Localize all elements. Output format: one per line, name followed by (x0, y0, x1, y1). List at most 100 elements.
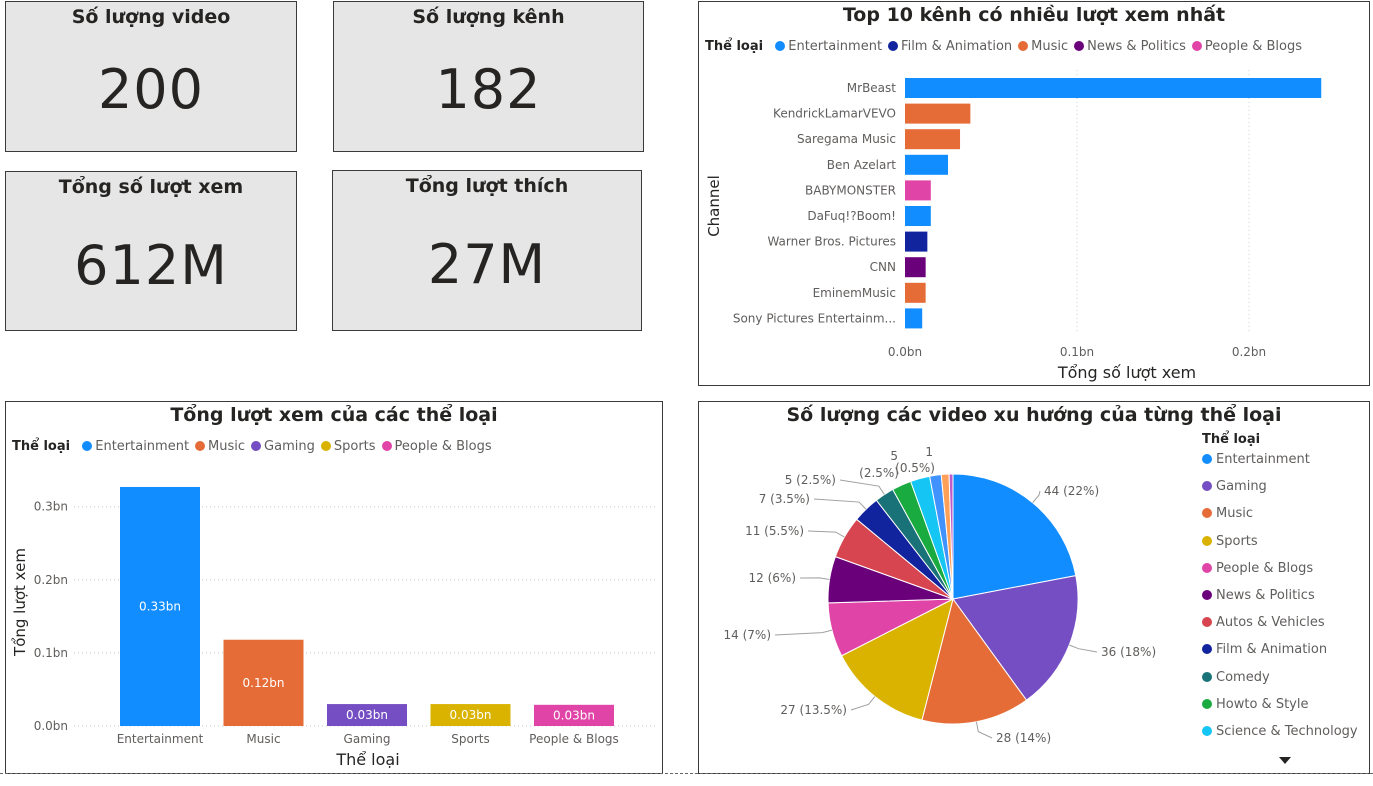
x-tick-label: 0.1bn (1060, 345, 1094, 359)
y-tick-label: DaFuq!?Boom! (807, 209, 896, 223)
data-label: 44 (22%) (1044, 484, 1099, 498)
leader-line (839, 479, 885, 495)
x-tick-label: Gaming (344, 732, 391, 746)
legend-item-music[interactable]: Music (1018, 39, 1068, 54)
legend-item-science-technology[interactable]: Science & Technology (1202, 723, 1358, 752)
card-title: Số lượng video (71, 6, 231, 28)
data-label: 5 (890, 449, 898, 463)
legend-item-people-blogs[interactable]: People & Blogs (381, 439, 492, 454)
legend-title: Thể loại (12, 439, 71, 454)
legend-item-film-animation[interactable]: Film & Animation (888, 39, 1012, 54)
legend-label: Entertainment (1216, 452, 1310, 467)
bar-ben-azelart (905, 154, 948, 175)
x-tick-label: Music (246, 732, 280, 746)
data-label: 0.03bn (553, 708, 595, 722)
bar-cnn (905, 257, 926, 278)
legend-item-gaming[interactable]: Gaming (1202, 480, 1358, 507)
legend-item-gaming[interactable]: Gaming (251, 439, 315, 454)
legend-label: Music (1216, 506, 1253, 522)
legend-item-entertainment[interactable]: Entertainment (82, 439, 189, 454)
legend-dot-icon (1202, 644, 1212, 655)
trending-pie-legend: Thể loại Entertainment Gaming Music Sports P… (1202, 432, 1358, 752)
card-value: 612M (74, 234, 228, 297)
legend-label: People & Blogs (1204, 39, 1302, 54)
bar-mrbeast (905, 78, 1322, 98)
legend-label: Film & Animation (901, 39, 1013, 54)
y-tick-label: Saregama Music (797, 132, 896, 146)
legend-label: Howto & Style (1216, 696, 1309, 712)
bar-kendricklamarvevo (905, 103, 971, 124)
category-views-panel: Tổng lượt xem của các thể loại Thể loại … (5, 401, 663, 774)
legend-title: Thể loại (1202, 432, 1261, 447)
legend-dot-icon (1202, 671, 1212, 682)
data-label: 5 (2.5%) (785, 473, 836, 487)
data-label: 0.12bn (243, 676, 285, 690)
top-channels-legend: Thể loại Entertainment Film & Animation Mu… (705, 39, 1308, 54)
card-total-views: Tổng số lượt xem 612M (5, 171, 297, 331)
legend-dot-icon (1202, 508, 1212, 519)
data-label: 1 (925, 445, 933, 459)
legend-dot-icon (1202, 725, 1212, 736)
data-label: (2.5%) (859, 466, 899, 480)
legend-title: Thể loại (705, 39, 764, 54)
y-tick-label: Warner Bros. Pictures (767, 235, 896, 249)
x-axis-title: Thể loại (335, 750, 399, 769)
page-divider (0, 773, 1373, 774)
legend-item-news-politics[interactable]: News & Politics (1074, 39, 1186, 54)
legend-label: Music (208, 439, 246, 454)
legend-item-people-blogs[interactable]: People & Blogs (1202, 561, 1358, 589)
data-label: 7 (3.5%) (759, 492, 810, 506)
legend-item-people-blogs[interactable]: People & Blogs (1191, 39, 1302, 54)
legend-label: People & Blogs (394, 439, 492, 454)
card-value: 182 (435, 58, 542, 121)
bar-sony-pictures-entertainm (905, 308, 923, 329)
y-axis-title: Channel (705, 175, 723, 237)
leader-line (850, 696, 876, 711)
x-tick-label: 0.0bn (888, 345, 922, 359)
legend-item-news-politics[interactable]: News & Politics (1202, 587, 1358, 616)
legend-label: News & Politics (1216, 587, 1315, 603)
legend-item-sports[interactable]: Sports (1202, 533, 1358, 562)
legend-label: Autos & Vehicles (1216, 615, 1325, 631)
leader-line (799, 577, 830, 580)
legend-item-music[interactable]: Music (1202, 507, 1358, 534)
y-tick-label: 0.2bn (34, 573, 68, 587)
legend-item-music[interactable]: Music (195, 439, 245, 454)
legend-label: Entertainment (788, 39, 883, 54)
legend-scroll-down-icon[interactable] (1279, 757, 1291, 764)
leader-line (1032, 490, 1041, 504)
y-axis-title: Tổng lượt xem (11, 548, 29, 657)
legend-item-sports[interactable]: Sports (320, 439, 376, 454)
card-video-count: Số lượng video 200 (5, 1, 297, 152)
legend-dot-icon (195, 441, 206, 451)
legend-dot-icon (82, 441, 93, 451)
x-tick-label: Entertainment (117, 732, 204, 746)
data-label: 12 (6%) (749, 571, 796, 585)
legend-dot-icon (888, 41, 899, 51)
legend-dot-icon (1202, 454, 1212, 464)
legend-dot-icon (1202, 617, 1212, 628)
x-axis-title: Tổng số lượt xem (1057, 363, 1196, 382)
leader-line (1069, 644, 1098, 653)
x-tick-label: 0.2bn (1232, 345, 1266, 359)
legend-item-film-animation[interactable]: Film & Animation (1202, 643, 1358, 670)
legend-item-entertainment[interactable]: Entertainment (775, 39, 882, 54)
legend-label: Entertainment (95, 439, 190, 454)
legend-item-entertainment[interactable]: Entertainment (1202, 453, 1358, 480)
legend-dot-icon (1018, 41, 1029, 51)
legend-dot-icon (775, 41, 786, 51)
data-label: (0.5%) (895, 461, 935, 475)
legend-label: Sports (333, 439, 376, 454)
legend-item-autos-vehicles[interactable]: Autos & Vehicles (1202, 616, 1358, 643)
legend-item-comedy[interactable]: Comedy (1202, 670, 1358, 698)
data-label: 36 (18%) (1101, 645, 1156, 659)
legend-dot-icon (1202, 562, 1212, 573)
y-tick-label: EminemMusic (813, 286, 896, 300)
legend-label: Sports (1216, 533, 1258, 549)
leader-line (774, 629, 833, 636)
category-views-legend: Thể loại Entertainment Music Gaming Sports P… (12, 439, 498, 454)
legend-label: Film & Animation (1216, 642, 1328, 658)
legend-label: Science & Technology (1216, 723, 1358, 739)
data-label: 11 (5.5%) (745, 524, 804, 538)
legend-item-howto-style[interactable]: Howto & Style (1202, 696, 1358, 725)
